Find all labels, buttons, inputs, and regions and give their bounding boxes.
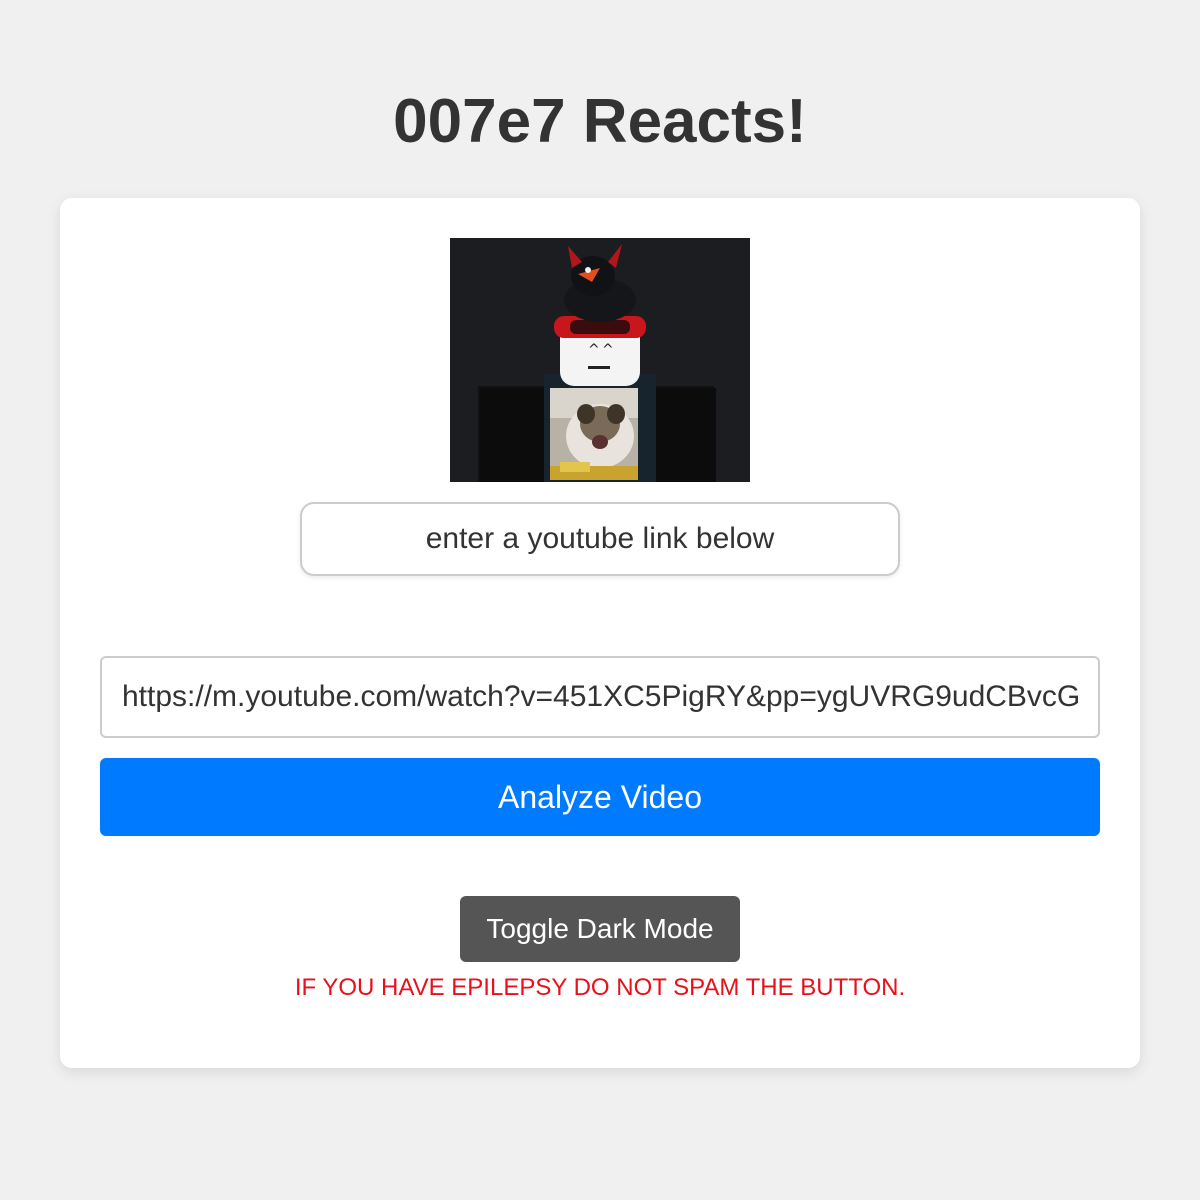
- svg-text:^: ^: [588, 342, 600, 358]
- prompt-label: enter a youtube link below: [300, 502, 900, 576]
- epilepsy-warning: IF YOU HAVE EPILEPSY DO NOT SPAM THE BUT…: [294, 974, 906, 1001]
- avatar-image: ^ ^: [450, 238, 750, 482]
- page-title: 007e7 Reacts!: [393, 87, 807, 156]
- main-card: ^ ^ enter a youtube link below Analyze V…: [60, 198, 1140, 1068]
- svg-text:^: ^: [602, 342, 614, 358]
- analyze-video-button[interactable]: Analyze Video: [100, 758, 1100, 836]
- toggle-dark-mode-button[interactable]: Toggle Dark Mode: [460, 896, 740, 962]
- youtube-url-input[interactable]: [100, 656, 1100, 738]
